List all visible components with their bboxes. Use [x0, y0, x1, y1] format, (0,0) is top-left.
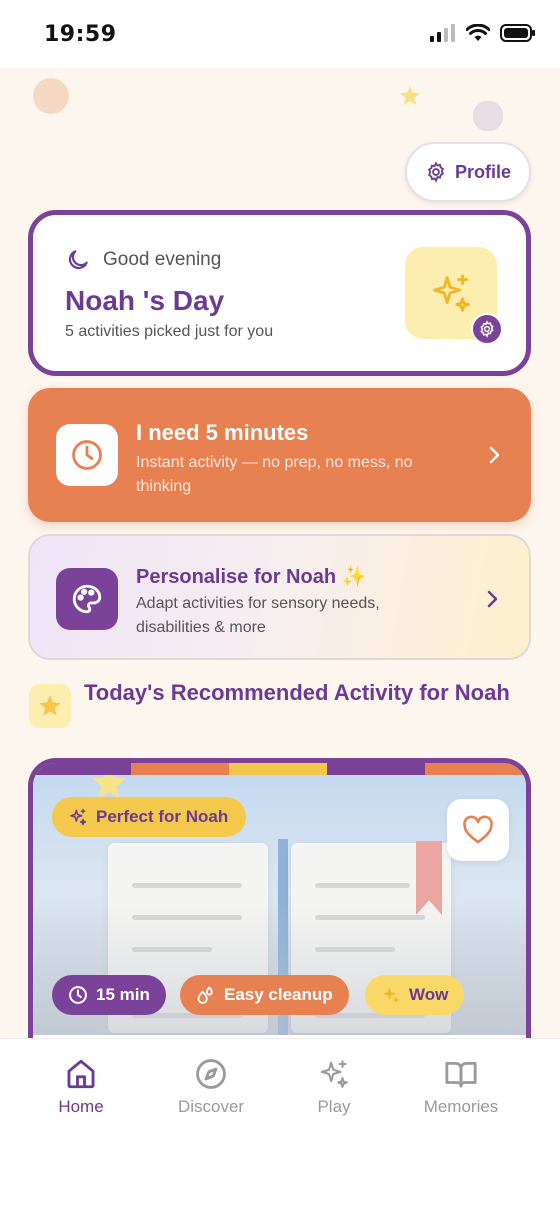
- heart-icon: [463, 815, 493, 844]
- profile-button[interactable]: Profile: [405, 142, 531, 202]
- recommended-heading: Today's Recommended Activity for Noah: [84, 680, 510, 705]
- color-stripe: [131, 763, 229, 775]
- day-title: Noah 's Day: [65, 285, 225, 316]
- customize-gear-button[interactable]: [471, 313, 503, 345]
- gear-icon: [427, 161, 445, 183]
- profile-label: Profile: [454, 161, 511, 182]
- recommended-star-tile: [29, 684, 71, 728]
- moon-icon: [68, 250, 88, 270]
- perfect-for-badge: Perfect for Noah: [52, 797, 247, 837]
- personalise-subtitle: Adapt activities for sensory needs, disa…: [136, 595, 380, 636]
- personalise-icon-tile: [56, 568, 118, 630]
- greeting-card: Good evening Noah 's Day 5 activities pi…: [28, 210, 531, 376]
- status-time: 19:59: [44, 22, 117, 47]
- chevron-right-icon: [489, 446, 500, 464]
- quick-activity-card[interactable]: I need 5 minutes Instant activity — no p…: [28, 388, 531, 522]
- star-icon: [39, 695, 61, 716]
- personalise-title: Personalise for Noah ✨: [136, 566, 367, 588]
- gear-icon: [480, 320, 494, 338]
- cleanup-chip: Easy cleanup: [180, 975, 349, 1015]
- image-fade: [33, 905, 526, 1035]
- signal-icon: [430, 24, 455, 42]
- tab-play-label: Play: [317, 1097, 351, 1116]
- sparkles-icon: [433, 274, 470, 312]
- color-stripe: [327, 763, 425, 775]
- tab-discover[interactable]: Discover: [151, 1057, 271, 1117]
- greeting-text: Good evening: [103, 249, 222, 270]
- home-icon: [67, 1059, 95, 1089]
- tab-memories[interactable]: Memories: [401, 1057, 521, 1117]
- tab-home-label: Home: [58, 1097, 104, 1116]
- recommended-activity-card[interactable]: Perfect for Noah 15 min Easy cleanup Wow: [28, 758, 531, 1058]
- sparkles-icon: [320, 1060, 348, 1088]
- personalise-card[interactable]: Personalise for Noah ✨ Adapt activities …: [28, 534, 531, 660]
- perfect-for-label: Perfect for Noah: [96, 807, 229, 826]
- book-icon: [445, 1061, 477, 1088]
- quick-activity-subtitle: Instant activity — no prep, no mess, no …: [136, 454, 413, 495]
- tab-memories-label: Memories: [423, 1097, 499, 1116]
- bottom-tab-bar: Home Discover Play Memories: [0, 1038, 560, 1212]
- battery-icon: [500, 24, 535, 42]
- color-stripe: [229, 763, 327, 775]
- wifi-icon: [466, 24, 490, 41]
- decoration-circle: [33, 78, 69, 114]
- wow-chip: Wow: [365, 975, 465, 1015]
- favorite-button[interactable]: [447, 799, 509, 861]
- color-stripe: [33, 763, 131, 775]
- day-subtitle: 5 activities picked just for you: [65, 323, 274, 340]
- clock-icon: [72, 440, 102, 470]
- decoration-blob: [473, 101, 503, 131]
- duration-chip: 15 min: [52, 975, 166, 1015]
- decoration-star-icon: [400, 86, 420, 105]
- chevron-right-icon: [487, 590, 498, 608]
- tab-discover-label: Discover: [177, 1097, 245, 1116]
- sparkles-icon: [383, 987, 399, 1003]
- tab-play[interactable]: Play: [274, 1057, 394, 1117]
- status-icons: [430, 24, 536, 42]
- wow-label: Wow: [409, 985, 449, 1004]
- activity-image: Perfect for Noah 15 min Easy cleanup Wow: [33, 775, 526, 1035]
- color-stripe: [425, 763, 526, 775]
- tab-home[interactable]: Home: [21, 1057, 141, 1117]
- quick-icon-tile: [56, 424, 118, 486]
- sparkles-icon: [70, 808, 87, 826]
- compass-icon: [196, 1059, 226, 1089]
- quick-activity-title: I need 5 minutes: [136, 420, 309, 445]
- palette-icon: [72, 584, 102, 614]
- status-bar: 19:59: [0, 0, 560, 68]
- cleanup-label: Easy cleanup: [224, 985, 333, 1004]
- droplets-icon: [197, 986, 213, 1004]
- greeting-line: Good evening: [65, 247, 221, 273]
- duration-label: 15 min: [96, 985, 150, 1004]
- clock-icon: [69, 986, 87, 1004]
